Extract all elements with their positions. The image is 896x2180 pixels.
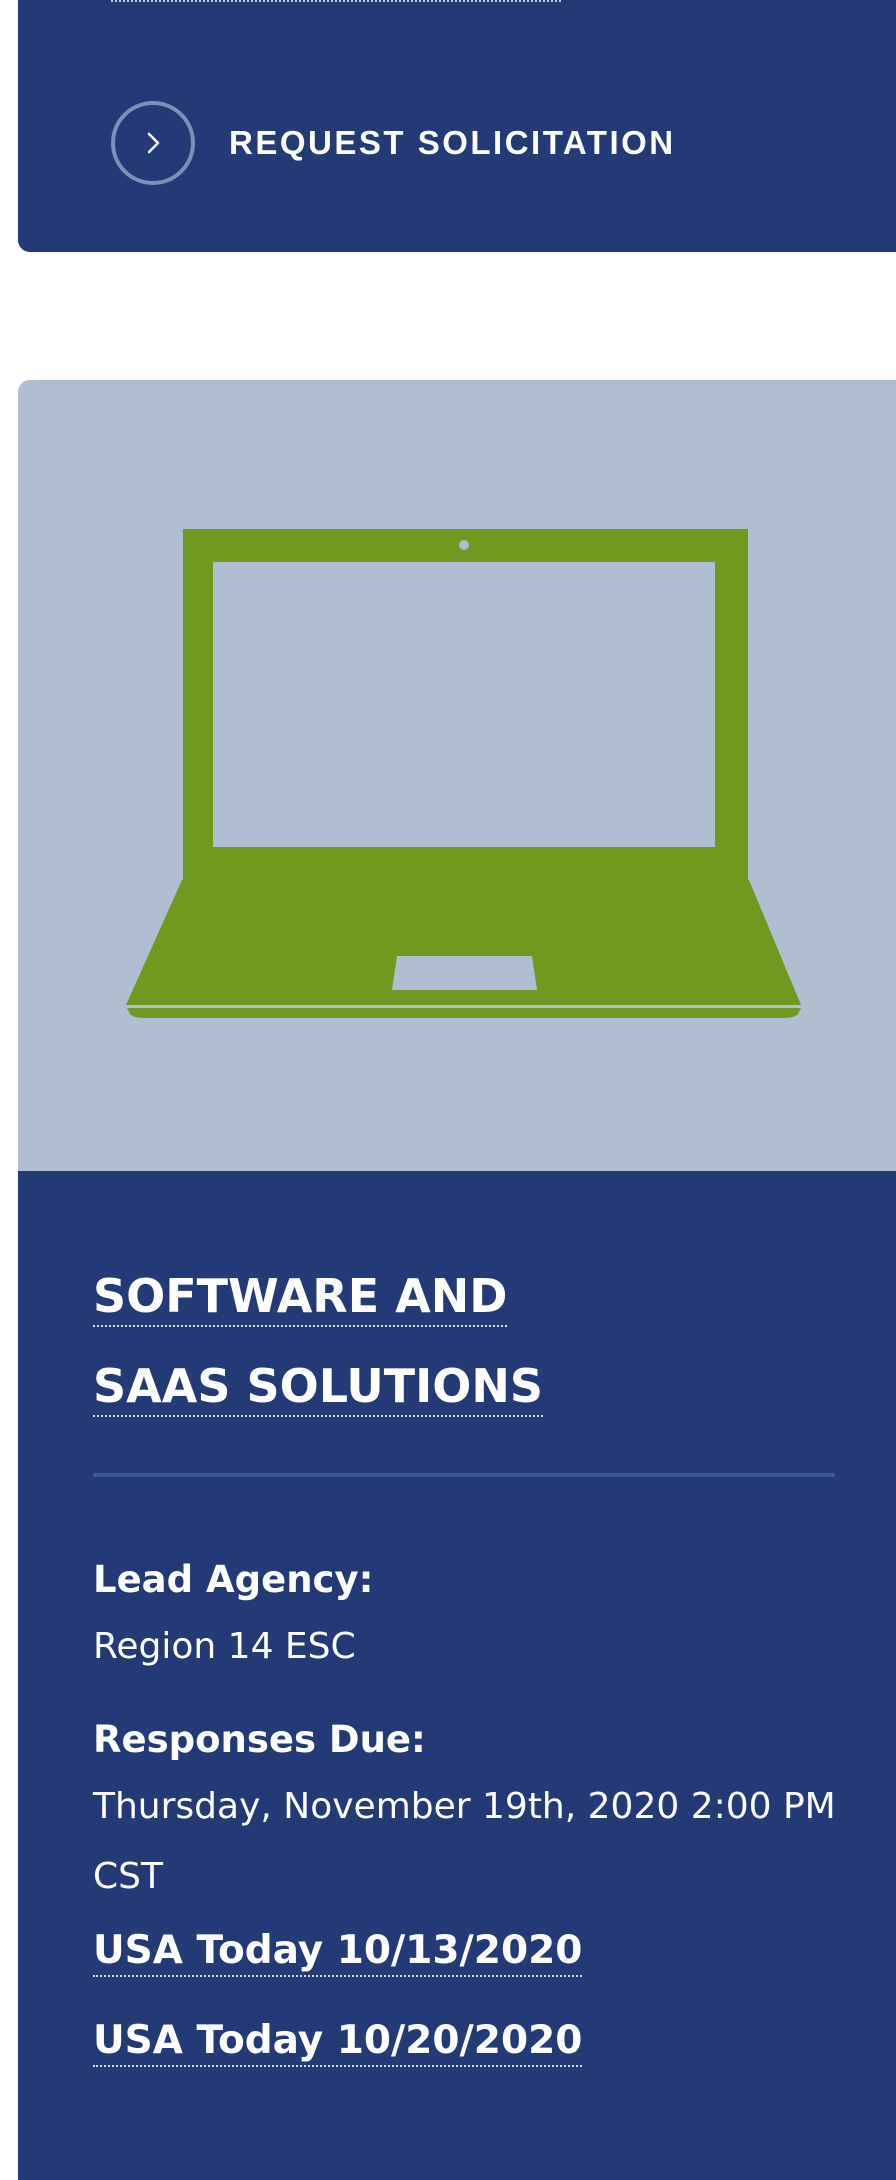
lead-agency-value: Region 14 ESC — [93, 1626, 356, 1667]
divider — [93, 1473, 835, 1477]
request-solicitation-label: REQUEST SOLICITATION — [229, 124, 676, 161]
responses-due-label: Responses Due: — [93, 1718, 426, 1761]
chevron-right-icon — [111, 101, 195, 185]
laptop-icon — [126, 529, 801, 1018]
document-link[interactable]: USA Today 10/13/2020 — [93, 1928, 583, 1977]
card-body: SOFTWARE AND SAAS SOLUTIONS Lead Agency:… — [18, 1171, 896, 2180]
previous-link-underline — [111, 0, 561, 2]
card-image — [18, 380, 896, 1171]
document-link[interactable]: USA Today 10/20/2020 — [93, 2018, 583, 2067]
card-title[interactable]: SOFTWARE AND SAAS SOLUTIONS — [93, 1251, 653, 1431]
lead-agency-label: Lead Agency: — [93, 1558, 374, 1601]
responses-due-value: Thursday, November 19th, 2020 2:00 PM CS… — [93, 1786, 836, 1897]
card-title-link[interactable]: SOFTWARE AND SAAS SOLUTIONS — [93, 1269, 543, 1417]
page: REQUEST SOLICITATION SOFTWARE AND SAAS S… — [0, 0, 896, 2180]
request-solicitation-button[interactable]: REQUEST SOLICITATION — [111, 101, 676, 185]
contract-card: SOFTWARE AND SAAS SOLUTIONS Lead Agency:… — [18, 380, 896, 2180]
previous-contract-card: REQUEST SOLICITATION — [18, 0, 896, 252]
